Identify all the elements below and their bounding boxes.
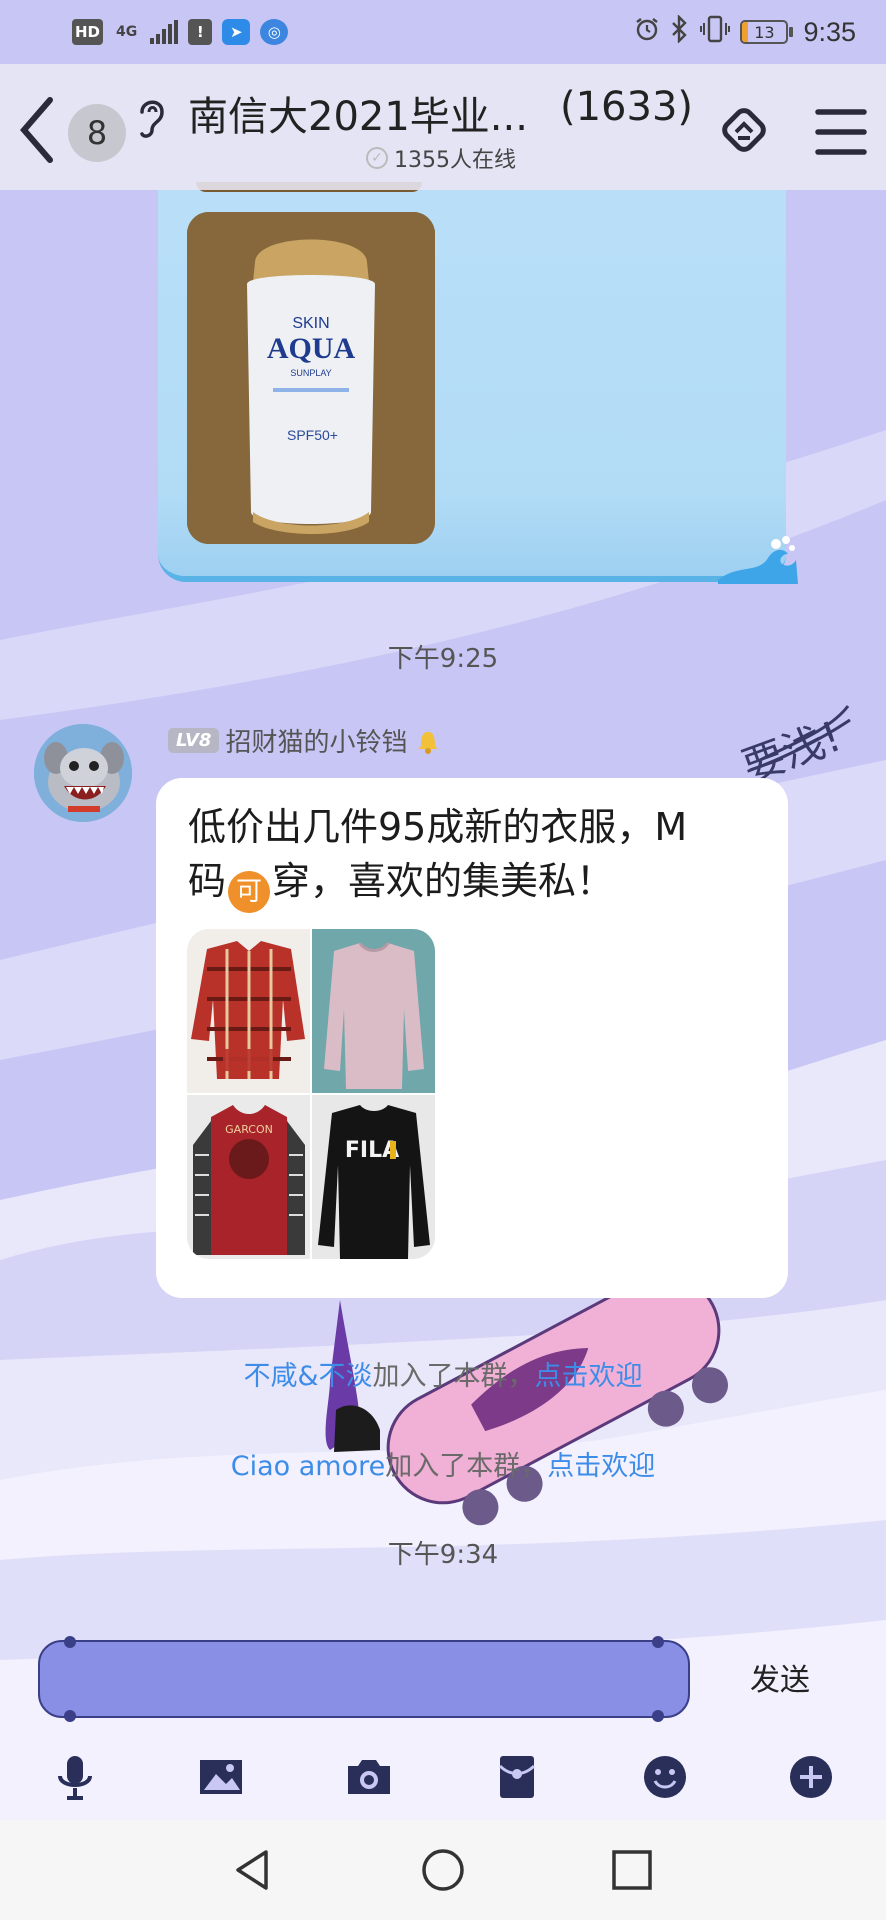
- sunscreen-bottle-image: SKIN AQUA SUNPLAY SPF50+: [187, 212, 435, 544]
- chat-header: 8 南信大2021毕业... (1633) ✓ 1355人在线: [0, 64, 886, 190]
- timestamp: 下午9:34: [387, 1540, 499, 1570]
- status-right: 13 9:35: [634, 13, 856, 50]
- message-input[interactable]: [38, 1636, 690, 1722]
- status-bar: HD 4G ! ➤ ◎ 13 9:35: [0, 0, 886, 64]
- input-toolbar: [0, 1740, 886, 1820]
- pink-sweater-image: [312, 929, 435, 1093]
- aqua-brand: SKIN: [292, 315, 329, 332]
- svg-text:GARCON: GARCON: [225, 1123, 273, 1136]
- camera-icon[interactable]: [344, 1752, 394, 1802]
- plaid-shirt-image: [187, 929, 310, 1093]
- join-text: 加入了本群，: [385, 1451, 548, 1482]
- emoji-icon[interactable]: [640, 1752, 690, 1802]
- group-name[interactable]: 南信大2021毕业...: [188, 84, 528, 142]
- send-button[interactable]: 发送: [730, 1655, 830, 1705]
- plus-icon[interactable]: [786, 1752, 836, 1802]
- welcome-link[interactable]: 点击欢迎: [547, 1451, 655, 1482]
- ke-emoji-icon: 可: [228, 871, 271, 913]
- hamburger-icon: [815, 109, 867, 155]
- group-shortcut-button[interactable]: [714, 104, 774, 164]
- join-text: 加入了本群，: [372, 1361, 535, 1392]
- alarm-icon: [634, 16, 660, 49]
- earpiece-mode-icon[interactable]: [134, 92, 168, 142]
- image-icon[interactable]: [196, 1752, 246, 1802]
- bell-icon: [418, 731, 439, 754]
- nav-recents-icon[interactable]: [606, 1844, 658, 1896]
- member-count[interactable]: (1633): [560, 84, 693, 130]
- sender-name[interactable]: 招财猫的小铃铛: [225, 722, 407, 759]
- status-left: HD 4G ! ➤ ◎: [72, 19, 289, 45]
- message-line-2b: 穿，喜欢的集美私！: [272, 859, 615, 903]
- mic-icon[interactable]: [50, 1752, 100, 1802]
- photo-pink-sweater[interactable]: [312, 929, 435, 1093]
- group-link-icon: [722, 108, 766, 152]
- message-line-2a: 码: [188, 859, 227, 903]
- battery-level: 13: [754, 22, 775, 42]
- online-check-icon: ✓: [366, 147, 388, 169]
- bluetooth-icon: [670, 13, 690, 50]
- sunscreen-photo[interactable]: SKIN AQUA SUNPLAY SPF50+: [187, 212, 435, 544]
- hd-icon: HD: [72, 19, 104, 45]
- sender-info: LV8 招财猫的小铃铛: [168, 722, 443, 759]
- clock: 9:35: [803, 16, 856, 47]
- message-line-1: 低价出几件95成新的衣服，M: [188, 805, 688, 849]
- message-text: 低价出几件95成新的衣服，M 码可穿，喜欢的集美私！: [188, 800, 748, 913]
- photo-red-hoodie[interactable]: GARCON: [187, 1095, 310, 1259]
- joined-user-link[interactable]: 不咸&不淡: [243, 1361, 372, 1392]
- online-count: 1355人在线: [394, 148, 516, 173]
- vibrate-icon: [700, 15, 731, 50]
- back-arrow-icon: [20, 97, 53, 163]
- timestamp: 下午9:25: [387, 644, 499, 674]
- system-nav-bar: [0, 1820, 886, 1920]
- nav-back-icon[interactable]: [228, 1844, 280, 1896]
- join-notice-1: 不咸&不淡加入了本群，点击欢迎: [0, 1354, 886, 1393]
- browser-notification-icon: ◎: [260, 19, 289, 45]
- unread-count-badge[interactable]: 8: [68, 104, 126, 162]
- online-status: ✓ 1355人在线: [366, 142, 516, 174]
- back-button[interactable]: [16, 94, 58, 166]
- aqua-name: AQUA: [267, 332, 356, 365]
- nav-home-icon[interactable]: [417, 1844, 469, 1896]
- aqua-sub: SUNPLAY: [290, 368, 331, 378]
- clothes-photo-grid[interactable]: GARCON FILA: [187, 929, 435, 1259]
- app-notification-icon: ➤: [222, 19, 251, 45]
- alert-icon: !: [188, 19, 213, 45]
- red-packet-icon[interactable]: [492, 1752, 542, 1802]
- network-icon: 4G: [116, 23, 138, 40]
- photo-plaid-shirt[interactable]: [187, 929, 310, 1093]
- fila-sweatshirt-image: FILA: [312, 1095, 435, 1259]
- joined-user-link[interactable]: Ciao amore: [231, 1451, 386, 1482]
- level-badge: LV8: [168, 728, 220, 753]
- photo-fila-sweatshirt[interactable]: FILA: [312, 1095, 435, 1259]
- red-hoodie-image: GARCON: [187, 1095, 310, 1259]
- aqua-spf: SPF50+: [287, 427, 338, 443]
- menu-button[interactable]: [814, 106, 868, 158]
- avatar[interactable]: [34, 724, 132, 822]
- wave-decoration-icon: [718, 536, 798, 584]
- signal-icon: [150, 20, 179, 44]
- battery-icon: 13: [740, 20, 794, 44]
- welcome-link[interactable]: 点击欢迎: [535, 1361, 643, 1392]
- bulldog-avatar-image: [34, 724, 132, 822]
- join-notice-2: Ciao amore加入了本群，点击欢迎: [0, 1444, 886, 1483]
